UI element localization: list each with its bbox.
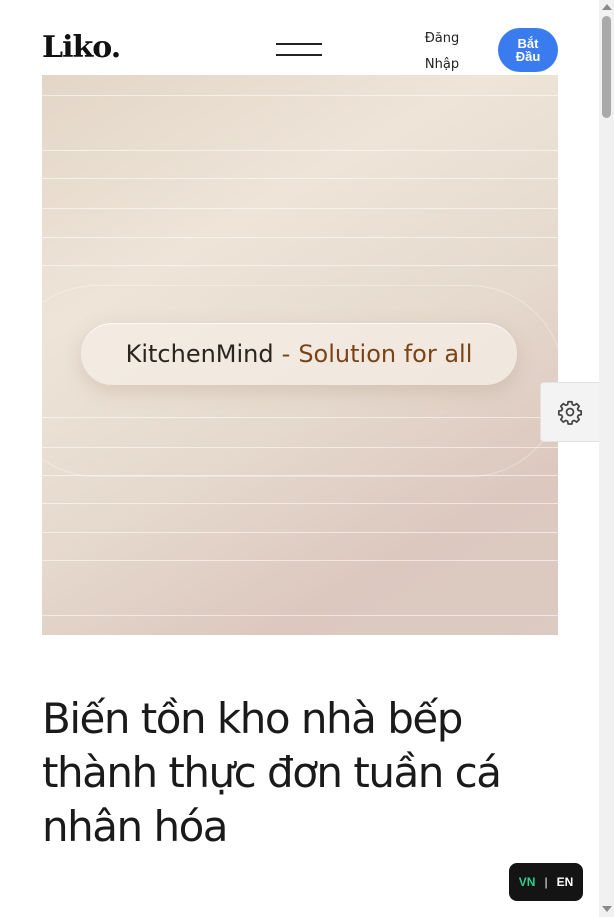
scrollbar[interactable] [599, 0, 614, 917]
logo[interactable]: Liko. [42, 30, 121, 65]
lang-option-vn[interactable]: VN [519, 875, 536, 889]
settings-button[interactable] [540, 382, 599, 442]
hero-stripe [42, 417, 558, 418]
hero-stripe [42, 475, 558, 476]
hero-stripe [42, 150, 558, 151]
product-slogan: Solution for all [298, 340, 473, 368]
page-headline: Biến tồn kho nhà bếp thành thực đơn tuần… [42, 694, 502, 851]
hero-stripe [42, 503, 558, 504]
hero-stripe [42, 178, 558, 179]
hero-stripe [42, 95, 558, 96]
hero-stripe [42, 447, 558, 448]
hero-stripe [42, 532, 558, 533]
hero-stripe [42, 237, 558, 238]
hero-stripe [42, 560, 558, 561]
lang-option-en[interactable]: EN [557, 875, 574, 889]
hero-stripe [42, 615, 558, 616]
hero-tagline-pill: KitchenMind - Solution for all [81, 323, 517, 385]
scroll-down-arrow-icon[interactable] [602, 906, 612, 912]
product-name: KitchenMind [125, 340, 274, 368]
hero-banner: KitchenMind - Solution for all [42, 75, 558, 635]
hamburger-menu-icon[interactable] [276, 40, 322, 60]
gear-icon [557, 400, 583, 425]
scrollbar-thumb[interactable] [602, 16, 611, 118]
tagline-separator: - [281, 340, 291, 368]
language-switcher[interactable]: VN | EN [509, 863, 583, 901]
start-button-label: Bắt Đầu [515, 36, 541, 64]
start-button[interactable]: Bắt Đầu [498, 28, 558, 72]
lang-divider: | [544, 875, 548, 889]
login-label-line1: Đăng [424, 31, 460, 46]
login-link[interactable]: Đăng Nhập [418, 26, 466, 78]
hero-stripe [42, 208, 558, 209]
hero-stripe [42, 265, 558, 266]
scroll-up-arrow-icon[interactable] [602, 4, 612, 10]
